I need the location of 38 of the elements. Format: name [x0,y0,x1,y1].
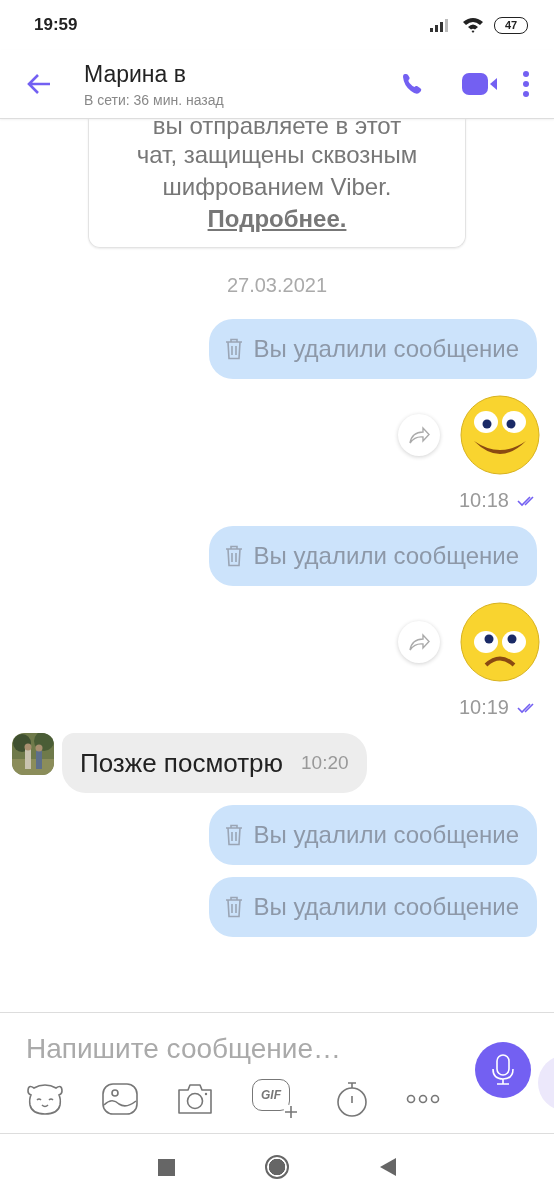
trash-icon [225,824,244,846]
wifi-icon [462,17,484,33]
back-arrow-icon[interactable] [26,73,52,95]
recent-apps-button[interactable] [157,1158,175,1176]
message-time: 10:20 [301,752,349,774]
more-options-icon[interactable] [522,71,530,97]
deleted-message-text: Вы удалили сообщение [253,893,519,921]
share-arrow-icon [408,426,430,444]
share-arrow-icon [408,633,430,651]
date-label: 27.03.2021 [226,274,328,297]
camera-icon[interactable] [176,1082,214,1116]
clock-time: 19:59 [34,15,78,35]
image-icon[interactable] [102,1083,138,1115]
phone-icon[interactable] [400,72,424,96]
last-seen-text: В сети: 36 мин. назад [84,91,225,108]
trash-icon [225,338,244,360]
contact-name: Марина в [84,60,187,88]
battery-icon: 47 [494,16,528,34]
deleted-message-text: Вы удалили сообщение [253,542,519,570]
info-text: чат, защищены сквозным [136,140,418,170]
voice-message-button[interactable] [475,1042,531,1098]
more-link[interactable]: Подробнее. [207,203,347,235]
trash-icon [225,545,244,567]
info-text: шифрованием Viber. [162,172,392,202]
video-camera-icon[interactable] [462,72,498,96]
microphone-icon [492,1054,514,1086]
message-text: Позже посмотрю [80,747,284,779]
deleted-message-text: Вы удалили сообщение [253,335,519,363]
stopwatch-icon[interactable] [336,1081,368,1117]
message-time: 10:19 [458,696,509,719]
bear-face-icon[interactable] [26,1082,64,1116]
message-time: 10:18 [458,489,509,512]
back-button[interactable] [378,1157,397,1177]
info-text: вы отправляете в этот [152,119,402,139]
more-icon[interactable] [406,1094,440,1104]
deleted-message-text: Вы удалили сообщение [253,821,519,849]
home-button[interactable] [264,1155,289,1179]
trash-icon [225,896,244,918]
